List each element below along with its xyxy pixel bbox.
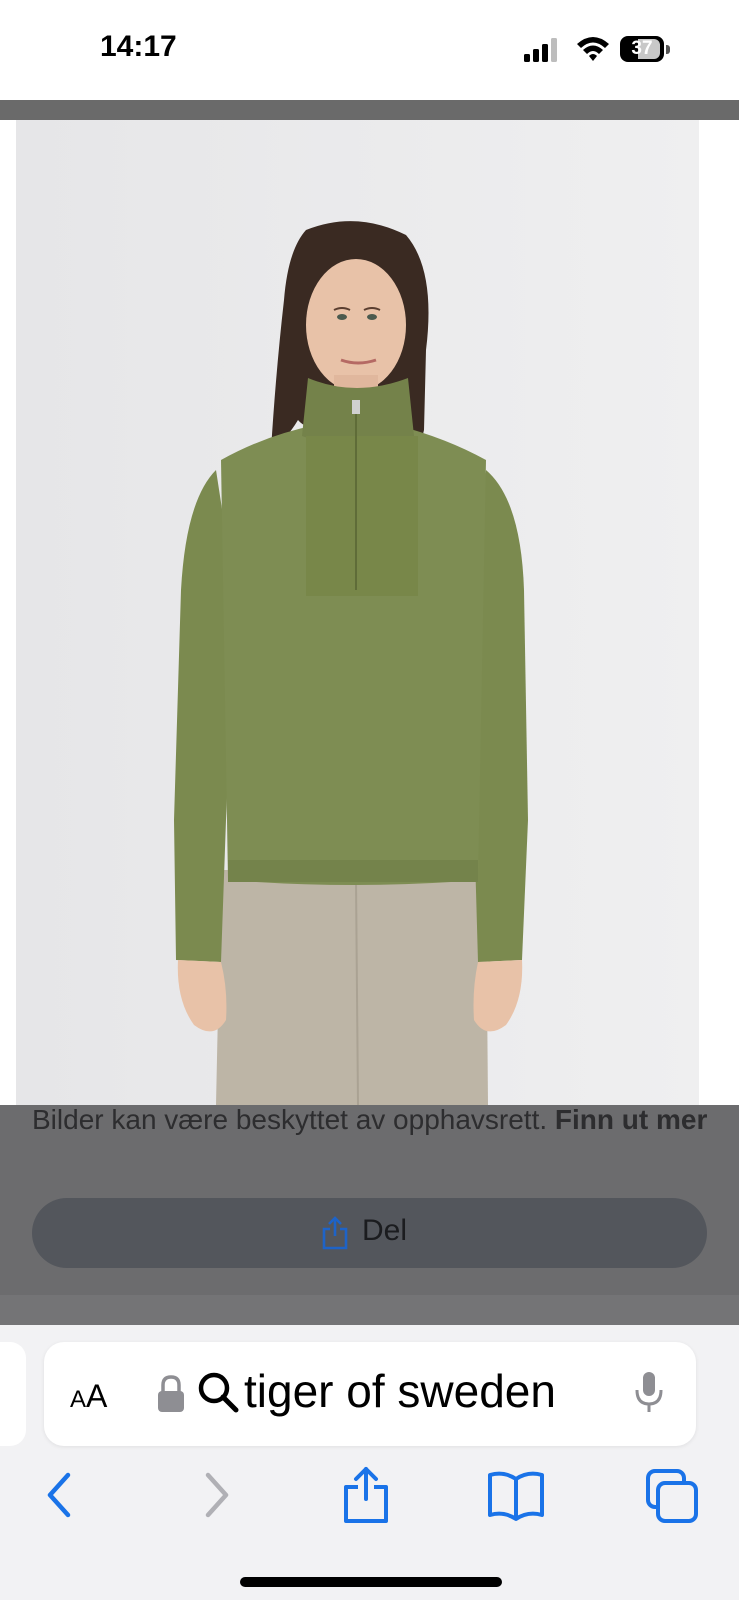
wifi-icon <box>577 37 609 61</box>
text-size-button[interactable]: AA <box>70 1378 107 1415</box>
learn-more-link[interactable]: Finn ut mer <box>555 1104 707 1135</box>
page-margin-right <box>699 120 739 1105</box>
battery-level: 37 <box>631 38 653 59</box>
product-image[interactable] <box>16 120 699 1105</box>
toolbar-share-icon[interactable] <box>340 1465 392 1525</box>
dimmed-page-strip <box>0 100 739 120</box>
text-size-label-big: A <box>86 1378 108 1414</box>
microphone-icon[interactable] <box>634 1370 664 1416</box>
lock-icon <box>158 1375 184 1412</box>
status-bar: 14:17 37 <box>0 0 739 100</box>
cellular-signal-icon <box>524 38 557 62</box>
share-button[interactable]: Del <box>32 1198 707 1268</box>
text-size-label-small: A <box>70 1386 87 1413</box>
page-margin-left <box>0 120 16 1105</box>
previous-tab-preview[interactable] <box>0 1342 26 1446</box>
bookmarks-icon[interactable] <box>486 1465 546 1525</box>
share-label: Del <box>362 1214 408 1247</box>
battery-icon: 37 <box>620 36 672 64</box>
status-time: 14:17 <box>100 30 177 63</box>
tabs-icon[interactable] <box>644 1465 700 1525</box>
copyright-caption: Bilder kan være beskyttet av opphavsrett… <box>32 1098 722 1142</box>
back-icon[interactable] <box>40 1465 80 1525</box>
address-bar[interactable]: AA tiger of sweden <box>44 1342 696 1446</box>
share-icon <box>322 1216 348 1250</box>
overlay-bottom-strip <box>0 1295 739 1325</box>
caption-text: Bilder kan være beskyttet av opphavsrett… <box>32 1104 555 1135</box>
search-input[interactable]: tiger of sweden <box>244 1364 612 1418</box>
forward-icon[interactable] <box>196 1465 236 1525</box>
search-icon <box>198 1372 239 1413</box>
sweater-model-illustration <box>16 120 699 1105</box>
home-indicator[interactable] <box>240 1577 502 1587</box>
